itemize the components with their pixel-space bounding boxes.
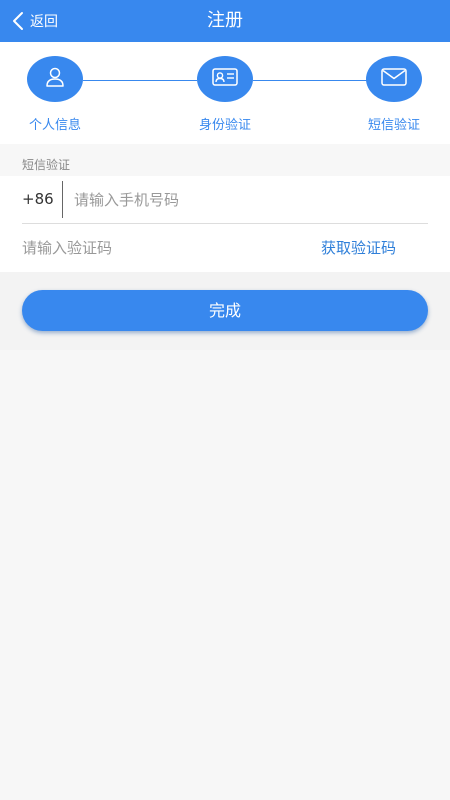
step-circle: [27, 56, 83, 102]
code-row: 获取验证码: [22, 224, 428, 272]
verification-code-input[interactable]: [22, 224, 282, 272]
step-sms-verification: 短信验证: [344, 56, 444, 133]
phone-input[interactable]: [74, 176, 414, 223]
button-area: 完成: [0, 272, 450, 350]
registration-steps: 个人信息 身份验证 短信验证: [0, 42, 450, 144]
page-title: 注册: [207, 10, 243, 31]
back-label: 返回: [30, 14, 58, 30]
step-circle: [197, 56, 253, 102]
step-label: 身份验证: [198, 118, 251, 133]
step-personal-info: 个人信息: [5, 56, 105, 133]
country-code-selector[interactable]: +86: [22, 176, 54, 223]
section-label: 短信验证: [22, 158, 71, 172]
envelope-icon: [380, 66, 408, 92]
back-button[interactable]: 返回: [12, 8, 58, 34]
step-identity-verification: 身份验证: [175, 56, 275, 133]
id-card-icon: [211, 66, 239, 92]
divider: [62, 181, 63, 218]
user-icon: [44, 66, 66, 92]
top-bar: 返回 注册: [0, 0, 450, 42]
sms-form: +86 获取验证码: [0, 176, 450, 272]
get-code-button[interactable]: 获取验证码: [321, 224, 396, 272]
complete-button[interactable]: 完成: [22, 290, 428, 331]
phone-row: +86: [22, 176, 428, 224]
chevron-left-icon: [12, 11, 24, 31]
step-label: 个人信息: [28, 118, 81, 133]
step-circle: [366, 56, 422, 102]
step-label: 短信验证: [367, 118, 420, 133]
